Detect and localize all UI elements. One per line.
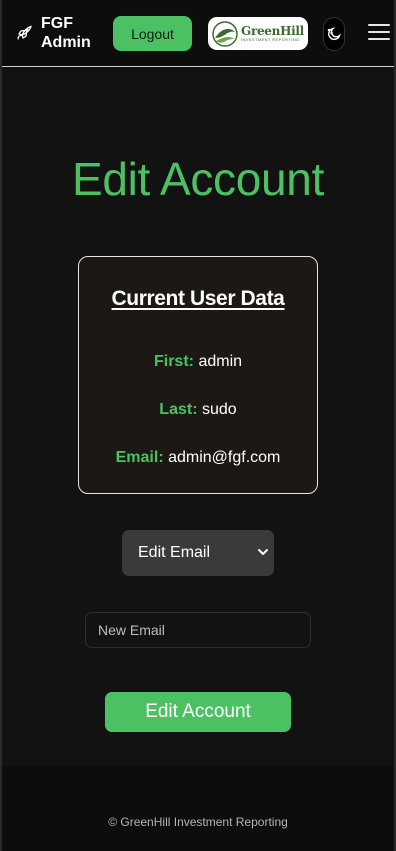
first-name-row: First: admin (79, 353, 317, 371)
greenhill-logo[interactable]: GreenHill INVESTMENT REPORTING (208, 17, 308, 50)
greenhill-logo-mark-icon (212, 20, 238, 47)
chevron-down-icon (258, 549, 268, 555)
top-navbar: FGF Admin Logout GreenHill INVESTMENT RE… (2, 0, 394, 67)
card-title: Current User Data (111, 287, 285, 310)
brand-name: FGF Admin (41, 15, 91, 51)
hamburger-menu-icon[interactable] (368, 24, 390, 44)
logo-name: GreenHill (241, 24, 304, 38)
last-name-value: sudo (201, 401, 237, 418)
last-name-row: Last: sudo (79, 401, 317, 419)
page-title: Edit Account (71, 153, 325, 205)
app-frame: FGF Admin Logout GreenHill INVESTMENT RE… (0, 0, 396, 851)
moon-icon (327, 27, 341, 41)
first-name-label: First: (153, 353, 194, 370)
logout-button[interactable]: Logout (113, 16, 192, 51)
edit-field-select[interactable]: Edit Email (122, 530, 274, 576)
edit-field-select-value: Edit Email (138, 544, 211, 561)
email-label: Email: (115, 449, 164, 466)
new-email-input[interactable] (85, 612, 311, 648)
email-row: Email: admin@fgf.com (79, 449, 317, 467)
theme-toggle[interactable] (323, 17, 345, 51)
first-name-value: admin (198, 353, 243, 370)
current-user-card: Current User Data First: admin Last: sud… (78, 256, 318, 494)
rocket-icon (17, 25, 32, 40)
footer-copyright: © GreenHill Investment Reporting (108, 815, 288, 829)
email-value: admin@fgf.com (168, 449, 281, 466)
logo-tagline: INVESTMENT REPORTING (241, 37, 300, 42)
footer: © GreenHill Investment Reporting (2, 766, 394, 851)
brand[interactable]: FGF Admin (14, 14, 93, 52)
edit-account-button[interactable]: Edit Account (105, 692, 291, 732)
last-name-label: Last: (159, 401, 198, 418)
